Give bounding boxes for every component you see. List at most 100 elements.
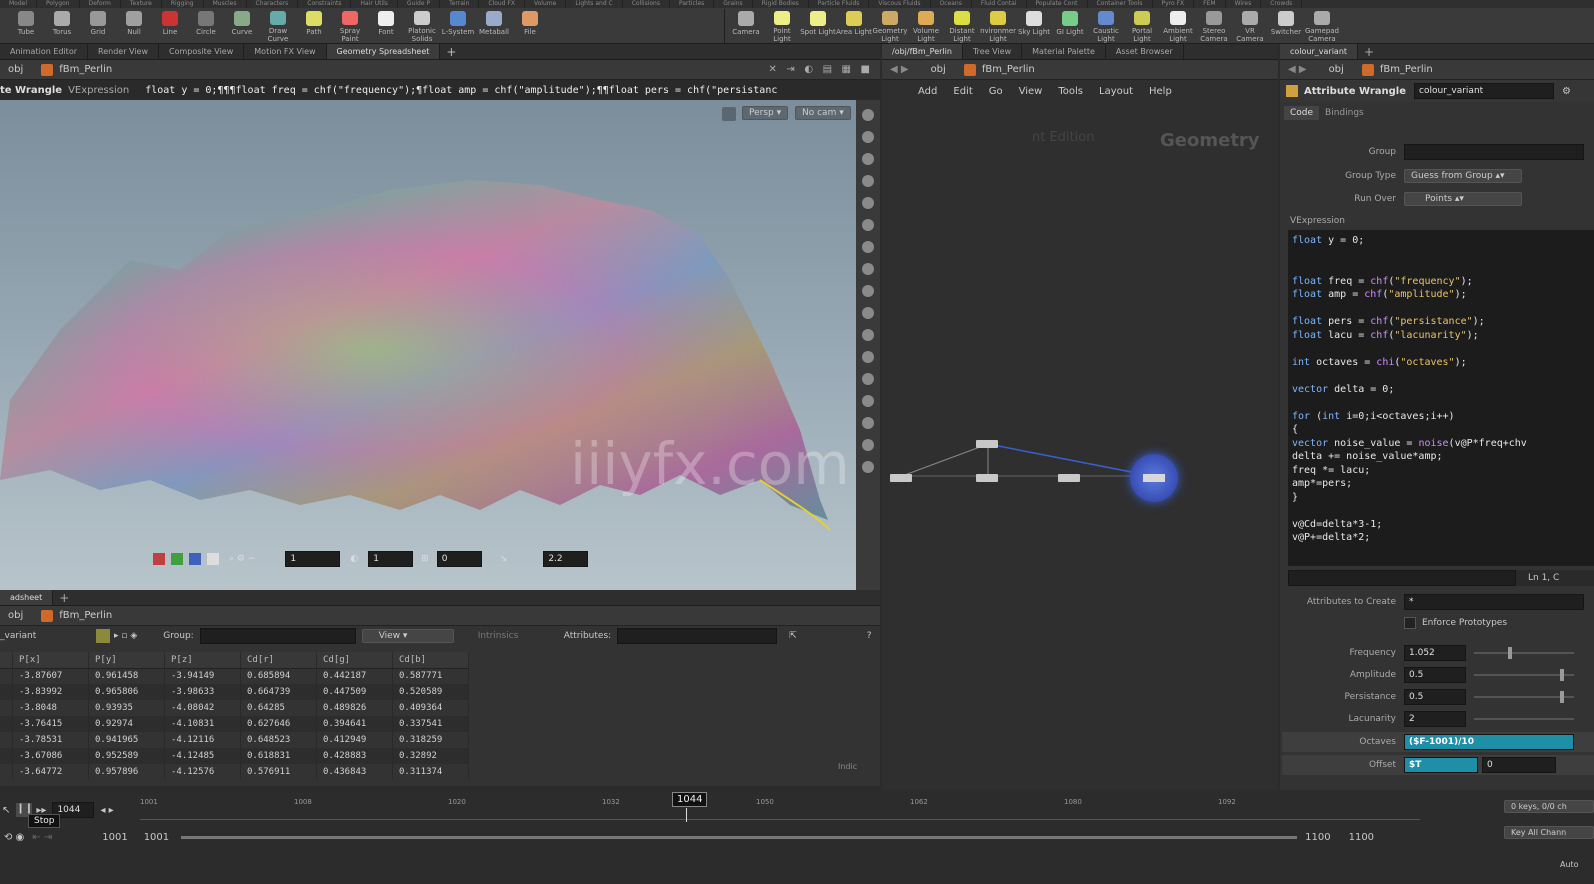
offset-field-2[interactable]: 0 [1482,757,1556,773]
column-header[interactable]: P[z] [164,652,241,669]
node-wrangle-3[interactable] [1058,474,1080,482]
table-row[interactable]: -3.78531 0.941965 -4.12116 0.648523 0.412949… [0,732,469,748]
group-type-menu[interactable]: Guess from Group ▴▾ [1404,169,1522,183]
attrs-to-create-field[interactable]: * [1404,594,1584,610]
amplitude-field[interactable]: 0.5 [1404,667,1466,683]
tab-tree-view[interactable]: Tree View [963,44,1023,59]
tab-geometry-spreadsheet[interactable]: Geometry Spreadsheet [326,44,441,59]
path-node[interactable]: fBm_Perlin [1380,64,1433,75]
shelf-tool-platonic-solids[interactable]: Platonic Solids [404,9,440,43]
shelf-tab[interactable]: Particle Fluids [809,0,870,8]
shelf-tab[interactable]: Polygon [37,0,80,8]
shelf-tool-curve[interactable]: Curve [224,9,260,43]
display-icon[interactable] [862,109,874,121]
shelf-tool-l-system[interactable]: L-System [440,9,476,43]
vex-code-editor[interactable]: float y = 0; float freq = chf("frequency… [1288,230,1594,566]
shelf-tool-line[interactable]: Line [152,9,188,43]
shelf-tool-camera[interactable]: Camera [728,9,764,43]
shelf-tab[interactable]: Characters [247,0,299,8]
shelf-tab[interactable]: Collisions [623,0,670,8]
menu-help[interactable]: Help [1149,86,1172,97]
table-row[interactable]: -3.8048 0.93935 -4.08042 0.64285 0.489826 0.4… [0,700,469,716]
table-row[interactable]: -3.83992 0.965806 -3.98633 0.664739 0.447509… [0,684,469,700]
node-wrangle-2[interactable] [976,474,998,482]
path-root[interactable]: obj [1329,64,1344,75]
node-name-field[interactable]: colour_variant [1414,83,1555,99]
light-icon[interactable] [862,175,874,187]
path-root[interactable]: obj [931,64,946,75]
shelf-tab[interactable]: Viscous Fluids [869,0,931,8]
lock-camera-icon[interactable] [862,153,874,165]
tab-code[interactable]: Code [1284,106,1320,120]
menu-go[interactable]: Go [989,86,1003,97]
shelf-tool-draw-curve[interactable]: Draw Curve [260,9,296,43]
shade-icon[interactable] [862,197,874,209]
shelf-tab[interactable]: Pyro FX [1153,0,1195,8]
group-field[interactable] [199,628,356,644]
pin2-icon[interactable] [862,263,874,275]
menu-edit[interactable]: Edit [953,86,972,97]
tab-bindings[interactable]: Bindings [1319,106,1370,120]
shelf-tab[interactable]: Cloud FX [479,0,525,8]
code-find-field[interactable] [1288,570,1516,586]
back-forward-icon[interactable]: ◀ ▶ [890,64,909,75]
realtime-icon[interactable]: ⟲ ◉ [4,832,24,843]
menu-layout[interactable]: Layout [1099,86,1133,97]
lock-icon[interactable] [722,107,736,121]
help-icon[interactable]: ? [867,631,872,641]
column-header[interactable]: Cd[g] [316,652,393,669]
shelf-tab[interactable]: Hair Utils [351,0,398,8]
gamma-value-field[interactable]: 2.2 [543,551,589,567]
run-over-menu[interactable]: Points ▴▾ [1404,192,1522,206]
camera-menu[interactable]: No cam ▾ [795,106,851,120]
shelf-tool-ambient-light[interactable]: Ambient Light [1160,9,1196,43]
frame-marker[interactable]: 1044 [672,792,708,807]
shelf-tool-volume-light[interactable]: Volume Light [908,9,944,43]
shelf-tab[interactable]: Terrain [440,0,480,8]
arrow-down-icon[interactable] [862,461,874,473]
shelf-tool-spray-paint[interactable]: Spray Paint [332,9,368,43]
gamma-field[interactable]: 1 [368,551,414,567]
shelf-tool-switcher[interactable]: Switcher [1268,9,1304,43]
shelf-tab[interactable]: Volume [525,0,567,8]
persistance-slider[interactable] [1474,691,1574,703]
menu-tools[interactable]: Tools [1058,86,1083,97]
shelf-tool-file[interactable]: File [512,9,548,43]
shelf-tool-point-light[interactable]: Point Light [764,9,800,43]
shelf-tab[interactable]: Fluid Contai [972,0,1027,8]
path-tools[interactable]: ✕ ⇥ ◐ ▤ ▦ ■ [768,64,870,75]
view-icon[interactable] [862,131,874,143]
add-tab-icon-3[interactable]: + [1364,45,1374,59]
start-frame-1[interactable]: 1001 [102,832,127,843]
offset-field[interactable]: 0 [436,551,482,567]
node-grid[interactable] [976,440,998,448]
shelf-tab[interactable]: Deform [80,0,121,8]
table-row[interactable]: -3.76415 0.92974 -4.10831 0.627646 0.394641 0… [0,716,469,732]
node-wrangle-1[interactable] [890,474,912,482]
octaves-field[interactable]: ($F-1001)/10 [1404,734,1574,750]
shelf-tab[interactable]: Rigging [162,0,204,8]
shelf-tab[interactable]: Populate Cont [1027,0,1088,8]
key-all-channels-button[interactable]: Key All Chann [1504,826,1594,839]
gear-icon[interactable]: ⚙ [1562,86,1571,97]
tab-render-view[interactable]: Render View [88,44,160,59]
tab-spreadsheet[interactable]: adsheet [0,590,54,605]
column-header[interactable]: P[x] [12,652,89,669]
shelf-tool-distant-light[interactable]: Distant Light [944,9,980,43]
shelf-tabs[interactable]: Model Polygon Deform Texture Rigging Muscles C… [0,0,1594,8]
path-root[interactable]: obj [8,610,23,621]
tab-obj-path[interactable]: /obj/fBm_Perlin [882,44,963,59]
intrinsics-menu[interactable]: Intrinsics [454,631,556,641]
offset-field[interactable]: $T [1404,757,1478,773]
persistance-field[interactable]: 0.5 [1404,689,1466,705]
amplitude-slider[interactable] [1474,669,1574,681]
path-node[interactable]: fBm_Perlin [59,610,112,621]
shelf-tool-caustic-light[interactable]: Caustic Light [1088,9,1124,43]
shelf-tool-torus[interactable]: Torus [44,9,80,43]
path-node[interactable]: fBm_Perlin [59,64,112,75]
tab-asset-browser[interactable]: Asset Browser [1106,44,1184,59]
shelf-tool-gi-light[interactable]: GI Light [1052,9,1088,43]
blue-channel-icon[interactable] [189,553,201,565]
shelf-tool-metaball[interactable]: Metaball [476,9,512,43]
frequency-field[interactable]: 1.052 [1404,645,1466,661]
